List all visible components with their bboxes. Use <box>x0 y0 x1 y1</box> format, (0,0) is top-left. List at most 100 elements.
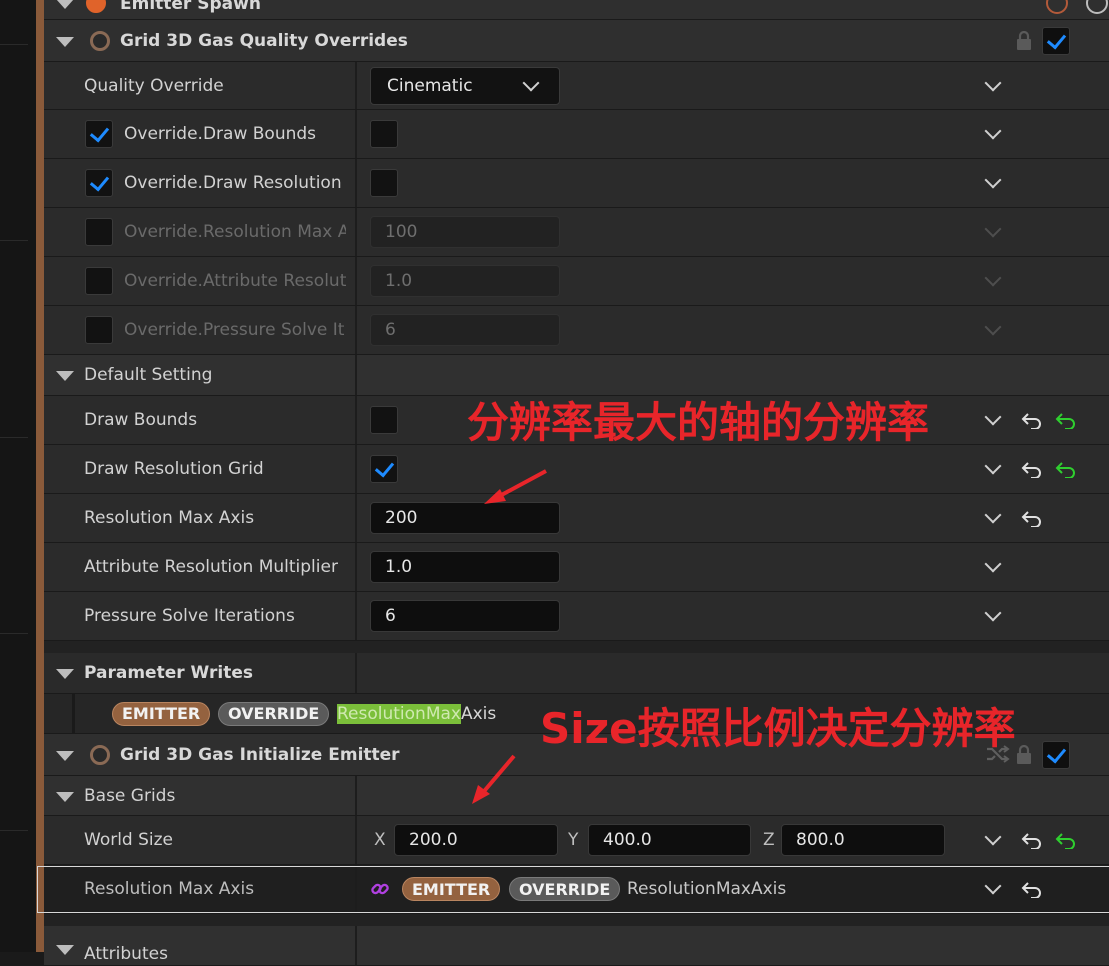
pressure-solve-input[interactable]: 6 <box>370 314 560 346</box>
reset-arrow-icon[interactable] <box>1021 460 1043 478</box>
parameter-name-rest: Axis <box>460 703 497 724</box>
pressure-solve-iterations-input[interactable]: 6 <box>370 600 560 632</box>
override-tag: OVERRIDE <box>218 701 330 726</box>
reset-arrow-icon[interactable] <box>1055 831 1077 849</box>
reset-arrow-icon[interactable] <box>1021 509 1043 527</box>
left-gutter <box>0 0 36 952</box>
property-label: Draw Resolution Grid <box>84 459 264 479</box>
draw-bounds-checkbox[interactable] <box>370 120 398 148</box>
property-row: Quality Override Cinematic <box>44 62 1109 110</box>
caret-down-icon[interactable] <box>56 750 74 761</box>
attribute-resolution-multiplier-input[interactable]: 1.0 <box>370 551 560 583</box>
world-size-x-input[interactable]: 200.0 <box>394 824 558 856</box>
chevron-down-icon[interactable] <box>984 828 1002 846</box>
chevron-down-icon[interactable] <box>984 408 1002 426</box>
resolution-max-axis-input[interactable]: 100 <box>370 216 560 248</box>
property-label: Override.Draw Bounds <box>124 124 317 144</box>
chevron-down-icon[interactable] <box>984 506 1002 524</box>
caret-down-icon[interactable] <box>56 36 74 47</box>
chevron-down-icon[interactable] <box>984 555 1002 573</box>
category-title: Attributes <box>84 944 168 964</box>
property-row: Pressure Solve Iterations 6 <box>44 592 1109 641</box>
module-ring-icon <box>90 30 110 51</box>
caret-down-icon[interactable] <box>56 945 74 956</box>
chevron-down-icon[interactable] <box>984 171 1002 189</box>
draw-resolution-grid-checkbox[interactable] <box>370 455 398 483</box>
property-label: World Size <box>84 830 174 850</box>
annotation-note: 分辨率最大的轴的分辨率 <box>467 398 930 447</box>
chevron-down-icon[interactable] <box>984 318 1002 336</box>
property-row: World Size X 200.0 Y 400.0 Z 800.0 <box>44 816 1109 865</box>
property-row: Draw Resolution Grid <box>44 445 1109 494</box>
parameter-writes-category[interactable]: Parameter Writes <box>44 653 1109 694</box>
attribute-resolution-input[interactable]: 1.0 <box>370 265 560 297</box>
override-toggle-checkbox[interactable] <box>85 267 113 295</box>
warning-icon[interactable] <box>1046 0 1068 14</box>
property-label: Quality Override <box>84 75 224 96</box>
property-row: Override.Draw Resolution <box>44 159 1109 208</box>
annotation-note: Size按照比例决定分辨率 <box>540 704 1016 753</box>
quality-overrides-header[interactable]: Grid 3D Gas Quality Overrides <box>44 20 1109 62</box>
module-enabled-checkbox[interactable] <box>1042 26 1070 55</box>
lock-icon[interactable] <box>1015 744 1033 765</box>
category-title: Parameter Writes <box>84 663 253 683</box>
override-toggle-checkbox[interactable] <box>85 316 113 344</box>
category-title: Base Grids <box>84 785 176 806</box>
property-row: Override.Resolution Max A 100 <box>44 208 1109 257</box>
base-grids-category[interactable]: Base Grids <box>44 776 1109 816</box>
quality-override-dropdown[interactable]: Cinematic <box>370 66 560 105</box>
reset-arrow-icon[interactable] <box>1021 411 1043 429</box>
chevron-down-icon[interactable] <box>984 74 1002 91</box>
property-row: Override.Draw Bounds <box>44 110 1109 159</box>
lock-icon[interactable] <box>1015 30 1033 51</box>
category-title: Default Setting <box>84 365 213 385</box>
annotation-arrow-icon <box>484 469 547 504</box>
chevron-down-icon[interactable] <box>984 604 1002 622</box>
caret-down-icon[interactable] <box>56 669 74 679</box>
reset-arrow-icon[interactable] <box>1055 411 1077 429</box>
y-axis-label: Y <box>568 830 579 850</box>
emitter-tag: EMITTER <box>112 701 211 726</box>
info-icon[interactable] <box>1086 0 1108 14</box>
property-label: Override.Resolution Max A <box>124 222 346 242</box>
details-panel: Emitter Spawn Grid 3D Gas Quality Overri… <box>44 0 1109 966</box>
override-toggle-checkbox[interactable] <box>85 218 113 246</box>
property-row: Override.Attribute Resolut 1.0 <box>44 257 1109 306</box>
attributes-category[interactable]: Attributes <box>44 926 1109 966</box>
property-label: Draw Bounds <box>84 410 198 430</box>
module-enabled-checkbox[interactable] <box>1042 740 1070 769</box>
selected-row-outline <box>37 866 1109 913</box>
draw-resolution-checkbox[interactable] <box>370 169 398 197</box>
world-size-z-input[interactable]: 800.0 <box>781 824 945 856</box>
override-toggle-checkbox[interactable] <box>85 120 113 148</box>
chevron-down-icon[interactable] <box>984 220 1002 238</box>
module-ring-icon <box>86 0 106 14</box>
property-label: Override.Draw Resolution <box>124 173 342 193</box>
chevron-down-icon[interactable] <box>984 122 1002 140</box>
annotation-arrow-icon <box>472 754 516 804</box>
draw-bounds-checkbox[interactable] <box>370 406 398 434</box>
chevron-down-icon[interactable] <box>984 457 1002 475</box>
override-toggle-checkbox[interactable] <box>85 169 113 197</box>
module-ring-icon <box>90 744 110 765</box>
property-row: Attribute Resolution Multiplier 1.0 <box>44 543 1109 592</box>
property-label: Resolution Max Axis <box>84 508 255 528</box>
reset-arrow-icon[interactable] <box>1055 460 1077 478</box>
z-axis-label: Z <box>763 830 775 850</box>
property-label: Pressure Solve Iterations <box>84 606 295 626</box>
dropdown-value: Cinematic <box>387 75 473 96</box>
section-title: Grid 3D Gas Initialize Emitter <box>120 744 400 765</box>
property-label: Override.Pressure Solve It <box>124 320 345 340</box>
emitter-spawn-header[interactable]: Emitter Spawn <box>44 0 1109 20</box>
caret-down-icon[interactable] <box>56 0 74 10</box>
x-axis-label: X <box>374 830 386 850</box>
reset-arrow-icon[interactable] <box>1021 831 1043 849</box>
chevron-down-icon[interactable] <box>984 269 1002 287</box>
world-size-y-input[interactable]: 400.0 <box>588 824 751 856</box>
emitter-accent-bar <box>36 0 44 952</box>
section-title: Grid 3D Gas Quality Overrides <box>120 30 408 51</box>
caret-down-icon[interactable] <box>56 371 74 381</box>
caret-down-icon[interactable] <box>56 791 74 802</box>
property-row: Resolution Max Axis 200 <box>44 494 1109 543</box>
parameter-name[interactable]: ResolutionMaxAxis <box>337 703 497 724</box>
